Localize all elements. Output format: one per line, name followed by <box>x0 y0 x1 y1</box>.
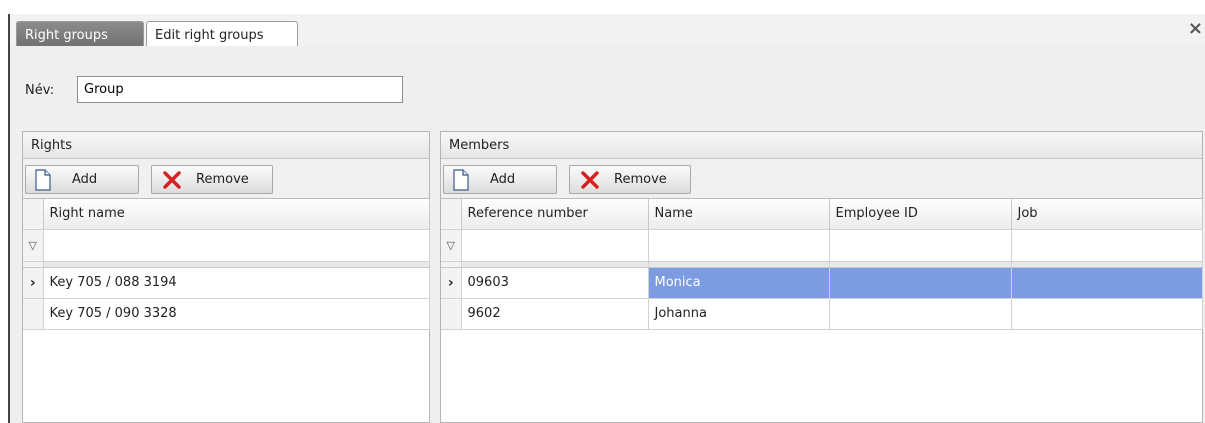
reference-number-cell[interactable]: 9602 <box>461 298 649 330</box>
row-pointer-icon: › <box>23 267 44 299</box>
tab-bar: Right groups Edit right groups <box>10 14 1205 49</box>
red-x-icon <box>580 171 600 193</box>
column-header-employee-id[interactable]: Employee ID <box>829 199 1012 230</box>
red-x-icon <box>162 171 182 193</box>
members-remove-button[interactable]: Remove <box>569 165 691 194</box>
name-cell[interactable]: Johanna <box>648 298 830 330</box>
job-cell[interactable] <box>1011 298 1203 330</box>
members-grid: Reference number Name Employee ID Job ▽ … <box>441 199 1203 330</box>
members-remove-label: Remove <box>614 172 667 187</box>
new-document-icon <box>452 169 470 195</box>
row-indicator <box>441 298 462 330</box>
close-icon[interactable]: × <box>1188 20 1203 38</box>
filter-cell[interactable] <box>829 229 1012 262</box>
members-header-row: Reference number Name Employee ID Job <box>441 199 1203 230</box>
column-header-job[interactable]: Job <box>1011 199 1203 230</box>
filter-cell[interactable] <box>648 229 830 262</box>
header-indicator <box>441 199 462 230</box>
right-name-cell[interactable]: Key 705 / 090 3328 <box>43 298 430 330</box>
rights-add-button[interactable]: Add <box>25 165 139 194</box>
tab-edit-right-groups-label: Edit right groups <box>155 28 264 43</box>
filter-icon: ▽ <box>23 229 44 262</box>
new-document-icon <box>34 169 52 195</box>
column-header-reference-number[interactable]: Reference number <box>461 199 649 230</box>
rights-grid: Right name ▽ › Key 705 / 088 3194 Key 70… <box>23 199 430 330</box>
members-panel-title: Members <box>441 132 1202 159</box>
members-add-button[interactable]: Add <box>443 165 557 194</box>
column-header-name[interactable]: Name <box>648 199 830 230</box>
filter-icon: ▽ <box>441 229 462 262</box>
name-cell[interactable]: Monica <box>648 267 830 299</box>
rights-add-label: Add <box>72 172 98 187</box>
table-row[interactable]: › Key 705 / 088 3194 <box>23 267 430 299</box>
tab-right-groups[interactable]: Right groups <box>16 21 144 48</box>
right-name-cell[interactable]: Key 705 / 088 3194 <box>43 267 430 299</box>
members-toolbar: Add Remove <box>441 159 1202 199</box>
rights-remove-button[interactable]: Remove <box>151 165 273 194</box>
header-indicator <box>23 199 44 230</box>
name-input[interactable] <box>77 76 403 103</box>
filter-cell[interactable] <box>461 229 649 262</box>
rights-panel-title: Rights <box>23 132 429 159</box>
rights-header-row: Right name <box>23 199 430 230</box>
job-cell[interactable] <box>1011 267 1203 299</box>
name-label: Név: <box>25 83 55 98</box>
reference-number-cell[interactable]: 09603 <box>461 267 649 299</box>
row-indicator <box>23 298 44 330</box>
table-row[interactable]: › 09603 Monica <box>441 267 1203 299</box>
filter-cell[interactable] <box>1011 229 1203 262</box>
members-add-label: Add <box>490 172 516 187</box>
tab-edit-right-groups[interactable]: Edit right groups <box>146 21 298 49</box>
members-filter-row: ▽ <box>441 229 1203 262</box>
rights-filter-cell[interactable] <box>43 229 430 262</box>
edit-right-groups-window: Right groups Edit right groups × Név: Ri… <box>0 0 1205 423</box>
column-header-right-name[interactable]: Right name <box>43 199 430 230</box>
table-row[interactable]: 9602 Johanna <box>441 298 1203 330</box>
members-panel: Members Add Remove Reference number Name… <box>440 131 1203 423</box>
employee-id-cell[interactable] <box>829 298 1012 330</box>
row-pointer-icon: › <box>441 267 462 299</box>
rights-remove-label: Remove <box>196 172 249 187</box>
employee-id-cell[interactable] <box>829 267 1012 299</box>
rights-toolbar: Add Remove <box>23 159 429 199</box>
rights-filter-row: ▽ <box>23 229 430 262</box>
tab-right-groups-label: Right groups <box>25 28 108 43</box>
rights-panel: Rights Add Remove Right name ▽ › Key 705… <box>22 131 430 423</box>
table-row[interactable]: Key 705 / 090 3328 <box>23 298 430 330</box>
